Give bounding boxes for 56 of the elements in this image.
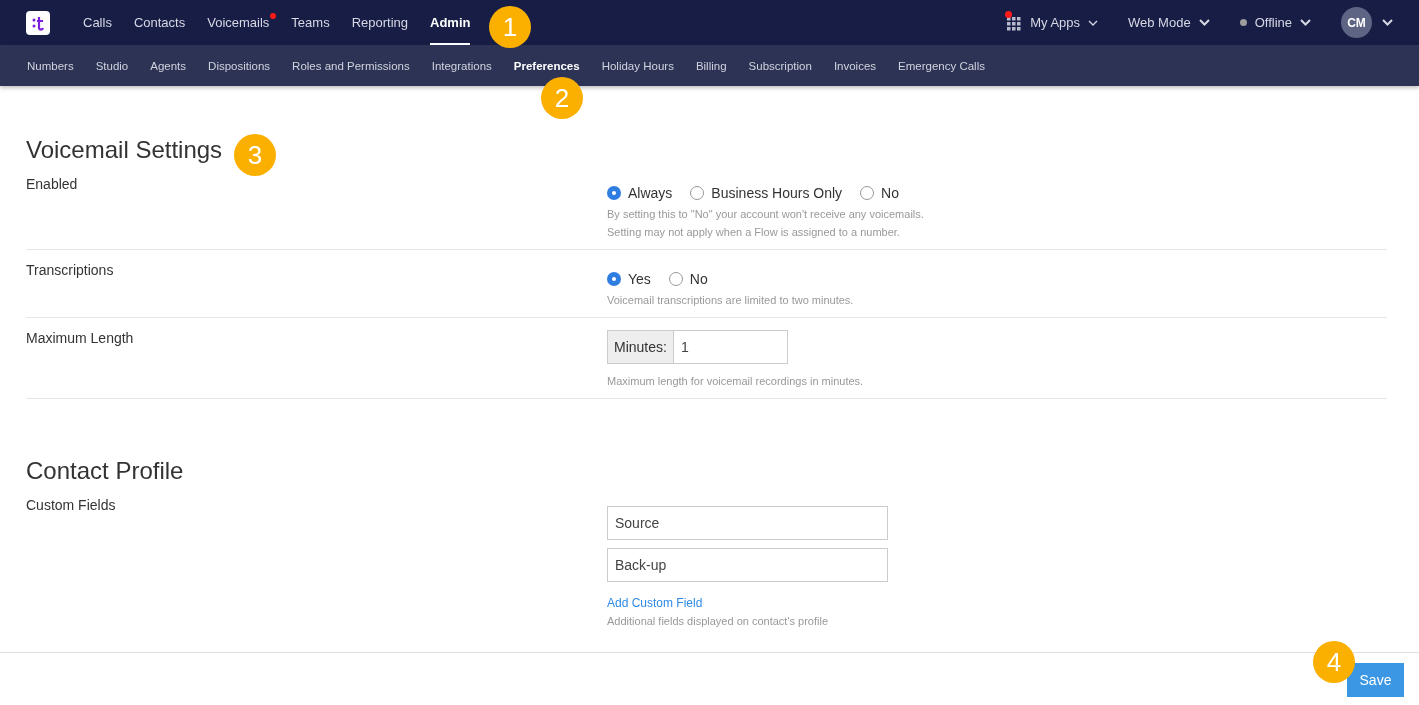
subnav-tab[interactable]: Preferences bbox=[513, 59, 580, 72]
nav-tab[interactable]: Calls bbox=[83, 0, 112, 45]
section-title: Voicemail Settings bbox=[26, 136, 223, 164]
mode-menu[interactable]: Web Mode bbox=[1128, 15, 1210, 30]
radio-label: Yes bbox=[628, 271, 651, 287]
subnav-tab[interactable]: Subscription bbox=[748, 59, 812, 72]
field-addon: Minutes: bbox=[607, 330, 674, 364]
help-text: Voicemail transcriptions are limited to two minutes. bbox=[607, 293, 855, 308]
chevron-down-icon bbox=[1198, 19, 1210, 26]
minutes-input[interactable]: 1 bbox=[673, 330, 788, 364]
my-apps-menu[interactable]: My Apps bbox=[1006, 14, 1098, 31]
section-title: Contact Profile bbox=[26, 457, 184, 485]
subnav-tab[interactable]: Numbers bbox=[27, 59, 74, 72]
subnav-tab[interactable]: Agents bbox=[150, 59, 187, 72]
chevron-down-icon[interactable] bbox=[1382, 19, 1393, 26]
help-text: Setting may not apply when a Flow is assigned to a number. bbox=[607, 225, 901, 240]
chevron-down-icon bbox=[1300, 19, 1311, 26]
nav-tab[interactable]: Voicemails bbox=[207, 0, 270, 45]
setting-label: Custom Fields bbox=[26, 497, 117, 515]
subnav-tab[interactable]: Roles and Permissions bbox=[292, 59, 410, 72]
chevron-down-icon bbox=[1088, 19, 1098, 26]
setting-label: Maximum Length bbox=[26, 330, 135, 348]
subnav-tab[interactable]: Invoices bbox=[833, 59, 877, 72]
grid-icon bbox=[1006, 14, 1023, 31]
custom-field-input[interactable]: Source bbox=[607, 506, 888, 540]
subnav-tab[interactable]: Emergency Calls bbox=[898, 59, 985, 72]
nav-tab[interactable]: Contacts bbox=[133, 0, 186, 45]
nav-tab[interactable]: Teams bbox=[291, 0, 330, 45]
status-menu[interactable]: Offline bbox=[1239, 15, 1311, 30]
help-text: Maximum length for voicemail recordings in minutes. bbox=[607, 374, 865, 389]
step-badge: 3 bbox=[234, 134, 276, 176]
radio-button[interactable] bbox=[668, 272, 683, 286]
setting-label: Enabled bbox=[26, 176, 79, 194]
radio-label: Always bbox=[628, 185, 673, 201]
help-text: By setting this to "No" your account won't receive any voicemails. bbox=[607, 207, 925, 222]
radio-label: Business Hours Only bbox=[711, 185, 843, 201]
subnav-tab[interactable]: Holiday Hours bbox=[601, 59, 674, 72]
custom-field-input[interactable]: Back-up bbox=[607, 548, 888, 582]
step-badge: 2 bbox=[541, 77, 583, 119]
radio-button[interactable] bbox=[860, 186, 875, 200]
step-badge: 4 bbox=[1313, 641, 1355, 683]
nav-tab[interactable]: Reporting bbox=[351, 0, 409, 45]
radio-button[interactable] bbox=[607, 272, 621, 286]
radio-label: No bbox=[881, 185, 899, 201]
setting-label: Transcriptions bbox=[26, 262, 115, 280]
subnav-tab[interactable]: Dispositions bbox=[208, 59, 271, 72]
help-text: Additional fields displayed on contact's profile bbox=[607, 614, 829, 629]
logo-icon[interactable] bbox=[26, 10, 50, 35]
avatar[interactable]: CM bbox=[1341, 7, 1372, 38]
radio-button[interactable] bbox=[607, 186, 621, 200]
subnav-tab[interactable]: Studio bbox=[95, 59, 129, 72]
subnav-tab[interactable]: Integrations bbox=[431, 59, 492, 72]
radio-button[interactable] bbox=[690, 186, 705, 200]
radio-label: No bbox=[689, 271, 708, 287]
add-custom-field-link[interactable]: Add Custom Field bbox=[607, 596, 703, 610]
subnav-tab[interactable]: Billing bbox=[695, 59, 727, 72]
